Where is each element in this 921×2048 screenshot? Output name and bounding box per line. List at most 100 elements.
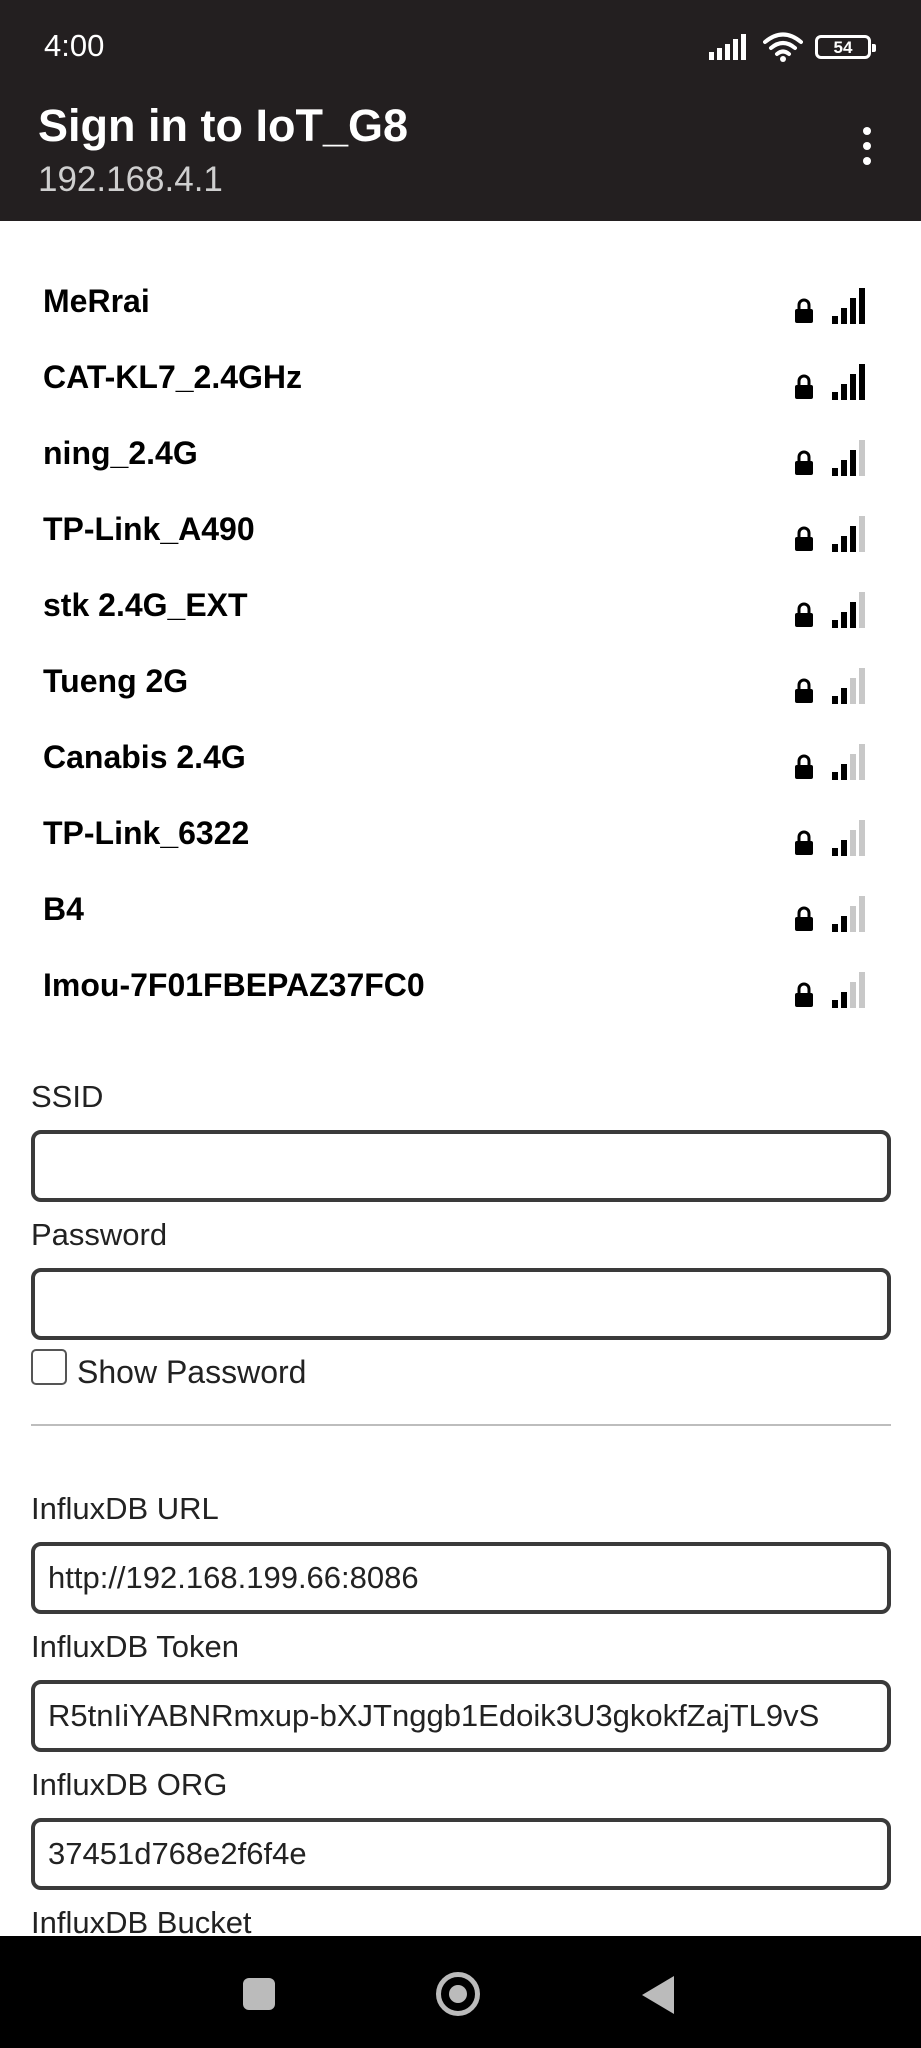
network-item[interactable]: stk 2.4G_EXT (0, 572, 921, 648)
influx-token-input[interactable] (31, 1680, 891, 1752)
cellular-signal-icon (709, 34, 746, 60)
signal-bar (832, 772, 838, 780)
signal-bar (832, 392, 838, 400)
signal-bar (850, 754, 856, 780)
signal-bar (859, 516, 865, 552)
influx-token-label: InfluxDB Token (31, 1629, 239, 1664)
network-item[interactable]: TP-Link_6322 (0, 800, 921, 876)
signal-bar (850, 678, 856, 704)
signal-bar (850, 830, 856, 856)
signal-bar (832, 316, 838, 324)
network-item[interactable]: ning_2.4G (0, 420, 921, 496)
influx-org-label: InfluxDB ORG (31, 1767, 228, 1802)
signal-bar (841, 612, 847, 628)
network-name: Imou-7F01FBEPAZ37FC0 (43, 967, 425, 1003)
network-name: stk 2.4G_EXT (43, 587, 248, 623)
signal-bar (850, 450, 856, 476)
influx-url-label: InfluxDB URL (31, 1491, 219, 1526)
wifi-signal-icon (832, 364, 865, 400)
wifi-icon (763, 32, 803, 62)
network-item[interactable]: MeRrai (0, 268, 921, 344)
network-item[interactable]: Imou-7F01FBEPAZ37FC0 (0, 952, 921, 1028)
system-nav-bar (0, 1936, 921, 2048)
wifi-signal-icon (832, 668, 865, 704)
signal-bar (832, 848, 838, 856)
lock-icon (795, 982, 813, 1007)
lock-icon (795, 678, 813, 703)
influx-org-input[interactable] (31, 1818, 891, 1890)
lock-icon (795, 526, 813, 551)
network-name: B4 (43, 891, 84, 927)
lock-icon (795, 374, 813, 399)
signal-bar (859, 972, 865, 1008)
network-item[interactable]: Canabis 2.4G (0, 724, 921, 800)
battery-icon: 54 (815, 35, 876, 59)
show-password-checkbox[interactable] (31, 1349, 67, 1385)
wifi-signal-icon (832, 896, 865, 932)
signal-bar (841, 308, 847, 324)
lock-icon (795, 602, 813, 627)
lock-icon (795, 830, 813, 855)
signal-bar (859, 440, 865, 476)
signal-bar (832, 620, 838, 628)
status-time: 4:00 (44, 28, 105, 63)
signal-bar (832, 924, 838, 932)
influx-url-input[interactable] (31, 1542, 891, 1614)
signal-bar (832, 1000, 838, 1008)
wifi-signal-icon (832, 288, 865, 324)
wifi-signal-icon (832, 440, 865, 476)
wifi-config-form: SSID Password Show Password InfluxDB URL… (31, 1076, 891, 1944)
signal-bar (850, 374, 856, 400)
lock-icon (795, 906, 813, 931)
wifi-signal-icon (832, 744, 865, 780)
signal-bar (859, 288, 865, 324)
password-label: Password (31, 1217, 168, 1252)
network-name: Tueng 2G (43, 663, 189, 699)
home-button[interactable] (436, 1972, 480, 2016)
signal-bar (850, 298, 856, 324)
signal-bar (850, 906, 856, 932)
signal-bar (841, 840, 847, 856)
signal-bar (832, 468, 838, 476)
signal-bar (859, 744, 865, 780)
battery-level: 54 (833, 37, 853, 57)
signal-bar (841, 460, 847, 476)
signal-bar (841, 992, 847, 1008)
network-item[interactable]: TP-Link_A490 (0, 496, 921, 572)
wifi-signal-icon (832, 972, 865, 1008)
signal-bar (859, 896, 865, 932)
lock-icon (795, 450, 813, 475)
ssid-label: SSID (31, 1079, 104, 1114)
show-password-label: Show Password (77, 1353, 307, 1390)
signal-bar (832, 544, 838, 552)
wifi-signal-icon (832, 592, 865, 628)
more-options-icon[interactable] (843, 120, 891, 172)
signal-bar (859, 668, 865, 704)
network-name: Canabis 2.4G (43, 739, 246, 775)
network-list: MeRrai CAT-KL7_2.4GHz ning_2.4G TP-Link_A49… (0, 268, 921, 1028)
signal-bar (850, 526, 856, 552)
network-name: TP-Link_A490 (43, 511, 255, 547)
recents-button[interactable] (243, 1978, 275, 2010)
signal-bar (841, 764, 847, 780)
signal-bar (832, 696, 838, 704)
ssid-input[interactable] (31, 1130, 891, 1202)
network-item[interactable]: CAT-KL7_2.4GHz (0, 344, 921, 420)
signal-bar (859, 592, 865, 628)
signal-bar (850, 602, 856, 628)
network-item[interactable]: Tueng 2G (0, 648, 921, 724)
wifi-signal-icon (832, 516, 865, 552)
network-item[interactable]: B4 (0, 876, 921, 952)
status-bar: 4:00 54 (0, 0, 921, 92)
network-name: MeRrai (43, 283, 150, 319)
signal-bar (841, 688, 847, 704)
app-bar: Sign in to IoT_G8 192.168.4.1 (0, 92, 921, 221)
signal-bar (859, 364, 865, 400)
network-name: CAT-KL7_2.4GHz (43, 359, 303, 395)
back-button[interactable] (642, 1976, 674, 2014)
wifi-signal-icon (832, 820, 865, 856)
signal-bar (841, 536, 847, 552)
lock-icon (795, 754, 813, 779)
password-input[interactable] (31, 1268, 891, 1340)
divider (31, 1424, 891, 1426)
